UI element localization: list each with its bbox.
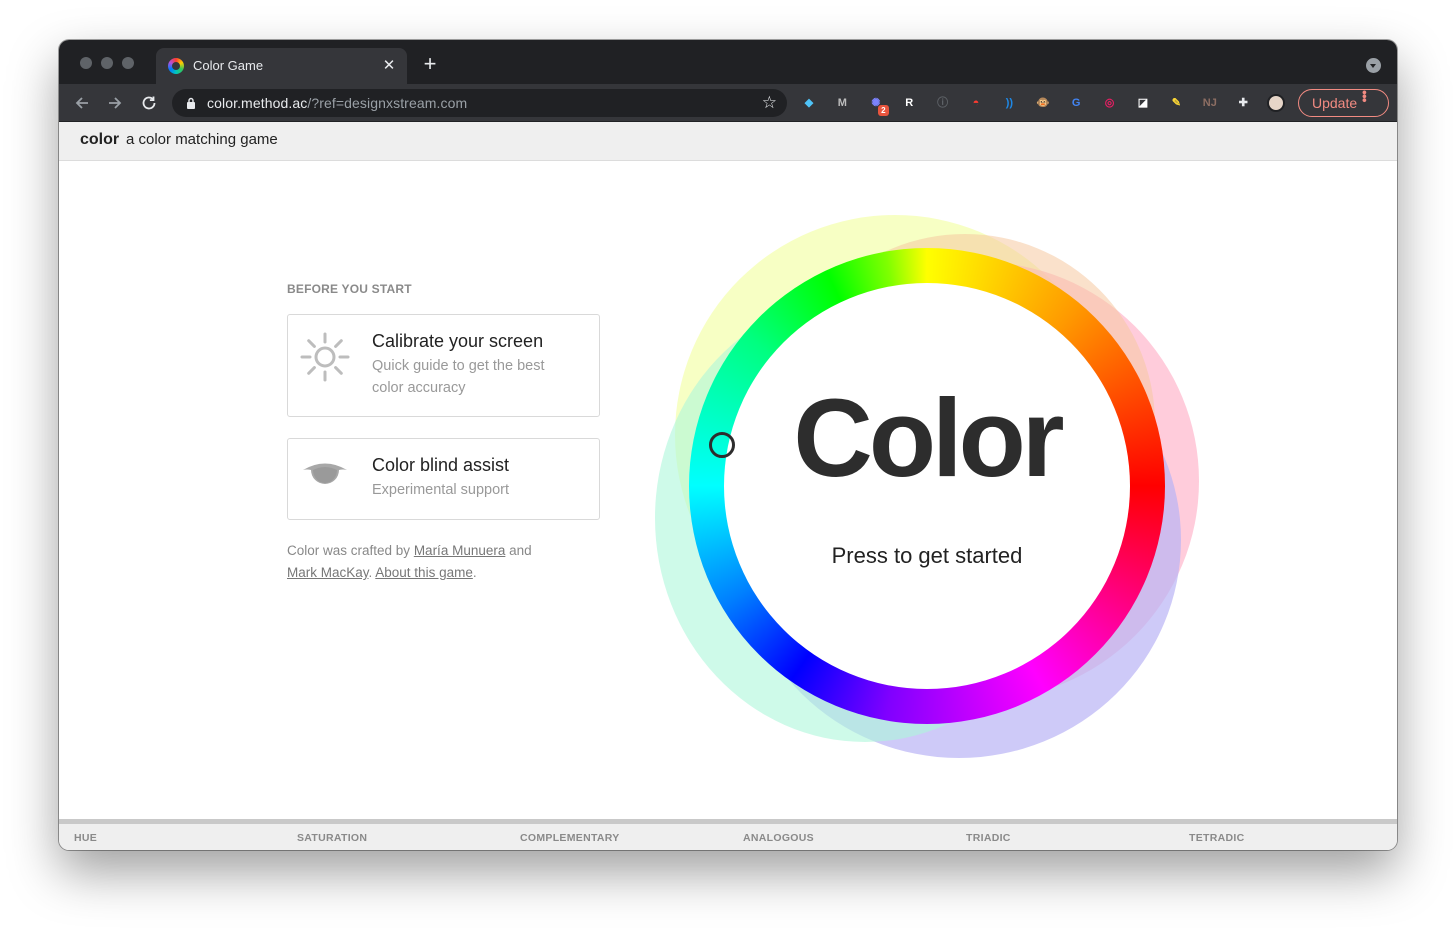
color-wheel-favicon-icon (168, 58, 184, 74)
lock-icon (187, 97, 195, 109)
color-blind-assist-card[interactable]: Color blind assist Experimental support (287, 438, 600, 520)
author-link-mark[interactable]: Mark MacKay (287, 565, 369, 580)
update-button[interactable]: Update ••• (1298, 89, 1389, 117)
footer-level-tetradic[interactable]: TETRADIC (1189, 832, 1244, 844)
note-extension-icon[interactable]: ◪ (1134, 94, 1152, 112)
nj-extension-icon[interactable]: NJ (1201, 94, 1219, 112)
footer-level-triadic[interactable]: TRIADIC (966, 832, 1011, 844)
footer-level-complementary[interactable]: COMPLEMENTARY (520, 832, 620, 844)
menu-kebab-icon[interactable]: ••• (1352, 90, 1378, 102)
info-extension-icon[interactable]: ⓘ (934, 94, 952, 112)
tab-close-icon[interactable]: ✕ (379, 56, 399, 76)
m-extension-icon[interactable]: M (833, 94, 851, 112)
start-prompt[interactable]: Press to get started (724, 543, 1130, 569)
start-game-wheel[interactable]: Color Press to get started (655, 210, 1201, 758)
tab-title: Color Game (193, 58, 264, 73)
card-description: Quick guide to get the best color accura… (372, 358, 545, 396)
before-you-start-heading: BEFORE YOU START (287, 282, 412, 296)
sun-icon (300, 332, 350, 382)
r-extension-icon[interactable]: R (900, 94, 918, 112)
translate-extension-icon[interactable]: G (1067, 94, 1085, 112)
credits-text: Color was crafted by María Munuera and M… (287, 543, 532, 580)
tab-search-icon[interactable] (1366, 58, 1381, 73)
bookmark-star-icon[interactable]: ☆ (762, 93, 777, 113)
forward-icon[interactable] (102, 90, 128, 116)
eye-icon (303, 463, 347, 484)
close-window-button[interactable] (80, 57, 92, 69)
footer-level-analogous[interactable]: ANALOGOUS (743, 832, 814, 844)
tab-color-game[interactable]: Color Game ✕ (156, 48, 407, 84)
tab-strip: Color Game ✕ + (59, 40, 1397, 84)
reload-icon[interactable] (136, 90, 162, 116)
card-description: Experimental support (372, 482, 510, 498)
level-footer: HUE SATURATION COMPLEMENTARY ANALOGOUS TRIAD… (59, 819, 1397, 850)
diamond-extension-icon[interactable]: ◆ (800, 94, 818, 112)
puzzle-extension-icon[interactable]: ✚ (1234, 94, 1252, 112)
card-title: Calibrate your screen (372, 331, 544, 351)
new-tab-button[interactable]: + (419, 53, 441, 76)
maximize-window-button[interactable] (122, 57, 134, 69)
address-bar[interactable]: color.method.ac/?ref=designxstream.com ☆ (172, 89, 787, 117)
footer-level-hue[interactable]: HUE (74, 832, 97, 844)
browser-toolbar: color.method.ac/?ref=designxstream.com ☆… (59, 84, 1397, 122)
footer-level-saturation[interactable]: SATURATION (297, 832, 367, 844)
site-brand[interactable]: color (80, 131, 119, 149)
about-game-link[interactable]: About this game (375, 565, 473, 580)
wheel-center: Color Press to get started (724, 283, 1130, 689)
url-text: color.method.ac/?ref=designxstream.com (207, 95, 468, 111)
browser-window: Color Game ✕ + color.method.ac/?ref=desi… (59, 40, 1397, 850)
signal-extension-icon[interactable]: )) (1000, 94, 1018, 112)
game-title: Color (793, 377, 1064, 500)
hue-ring: Color Press to get started (689, 248, 1165, 724)
monkey-extension-icon[interactable]: 🐵 (1034, 94, 1052, 112)
back-icon[interactable] (69, 90, 95, 116)
color-ring-extension-icon[interactable]: ◎ (1101, 94, 1119, 112)
color-picker-handle[interactable] (709, 432, 735, 458)
card-title: Color blind assist (372, 455, 510, 475)
author-link-maria[interactable]: María Munuera (414, 543, 506, 558)
calibrate-screen-card[interactable]: Calibrate your screen Quick guide to get… (287, 314, 600, 417)
profile-avatar[interactable] (1267, 94, 1285, 112)
pokeball-extension-icon[interactable]: ◓ (967, 94, 985, 112)
extension-badge: 2 (877, 105, 889, 116)
minimize-window-button[interactable] (101, 57, 113, 69)
site-header: color a color matching game (59, 122, 1397, 161)
site-tagline: a color matching game (126, 131, 278, 148)
highlighter-extension-icon[interactable]: ✎ (1167, 94, 1185, 112)
sparkle-extension-icon[interactable]: ✺ 2 (867, 94, 889, 116)
